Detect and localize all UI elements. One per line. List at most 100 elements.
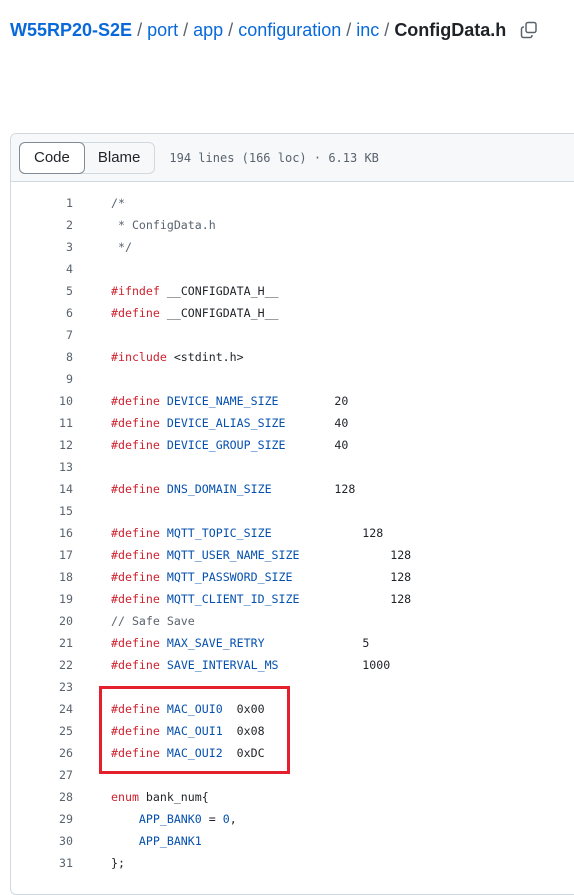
code-line: 2 * ConfigData.h [11,214,574,236]
line-number[interactable]: 7 [11,328,73,342]
line-number[interactable]: 11 [11,416,73,430]
code-line: 20 // Safe Save [11,610,574,632]
code-token: */ [111,240,132,254]
code-line: 24 #define MAC_OUI0 0x00 [11,698,574,720]
line-number[interactable]: 12 [11,438,73,452]
line-number[interactable]: 28 [11,790,73,804]
code-text: #include <stdint.h> [111,350,244,364]
code-token: MQTT_TOPIC_SIZE [166,526,272,540]
code-token: #include [111,350,167,364]
view-toggle: Code Blame [19,141,156,174]
code-token: 128 [299,548,412,562]
code-token: 0 [222,812,230,826]
line-number[interactable]: 20 [11,614,73,628]
code-text: * ConfigData.h [111,218,216,232]
code-text: #define SAVE_INTERVAL_MS 1000 [111,658,390,672]
line-number[interactable]: 15 [11,504,73,518]
code-token: enum [111,790,139,804]
file-header: Code Blame 194 lines (166 loc) · 6.13 KB [11,134,574,182]
code-token: DEVICE_ALIAS_SIZE [166,416,286,430]
code-token: 128 [271,482,356,496]
breadcrumb-separator: / [228,19,234,40]
line-number[interactable]: 1 [11,196,73,210]
line-number[interactable]: 23 [11,680,73,694]
breadcrumb-dir-app[interactable]: app [193,20,223,41]
line-number[interactable]: 31 [11,856,73,870]
line-number[interactable]: 2 [11,218,73,232]
code-token: #ifndef [111,284,160,298]
line-number[interactable]: 17 [11,548,73,562]
code-text: #define DEVICE_NAME_SIZE 20 [111,394,348,408]
code-line: 7 [11,324,574,346]
code-line: 6 #define __CONFIGDATA_H__ [11,302,574,324]
tab-code[interactable]: Code [19,141,85,174]
line-number[interactable]: 16 [11,526,73,540]
code-token: 5 [264,636,370,650]
breadcrumb-file-name: ConfigData.h [394,19,507,40]
code-token: 40 [285,438,349,452]
line-number[interactable]: 25 [11,724,73,738]
code-line: 28 enum bank_num{ [11,786,574,808]
code-token: SAVE_INTERVAL_MS [166,658,279,672]
code-line: 4 [11,258,574,280]
highlight-box [99,686,290,774]
line-number[interactable]: 22 [11,658,73,672]
code-text: APP_BANK1 [111,834,202,848]
line-number[interactable]: 24 [11,702,73,716]
code-token: 128 [299,592,412,606]
code-token: #define [111,548,160,562]
line-number[interactable]: 21 [11,636,73,650]
code-text: APP_BANK0 = 0, [111,812,237,826]
line-number[interactable]: 4 [11,262,73,276]
code-line: 19 #define MQTT_CLIENT_ID_SIZE 128 [11,588,574,610]
line-number[interactable]: 13 [11,460,73,474]
code-token: 20 [278,394,349,408]
breadcrumb-separator: / [183,19,189,40]
tab-blame[interactable]: Blame [84,143,155,173]
code-token: APP_BANK0 [138,812,202,826]
code-text: #define __CONFIGDATA_H__ [111,306,279,320]
code-token: * ConfigData.h [111,218,216,232]
file-info: 194 lines (166 loc) · 6.13 KB [169,150,379,165]
code-token: = [201,812,223,826]
code-text: #define MQTT_USER_NAME_SIZE 128 [111,548,411,562]
code-line: 16 #define MQTT_TOPIC_SIZE 128 [11,522,574,544]
breadcrumb-dir-port[interactable]: port [147,20,178,41]
line-number[interactable]: 30 [11,834,73,848]
breadcrumb: W55RP20-S2E / port / app / configuration… [10,18,538,42]
code-line: 8 #include <stdint.h> [11,346,574,368]
line-number[interactable]: 29 [11,812,73,826]
line-number[interactable]: 14 [11,482,73,496]
code-line: 14 #define DNS_DOMAIN_SIZE 128 [11,478,574,500]
line-number[interactable]: 27 [11,768,73,782]
breadcrumb-separator: / [346,19,352,40]
code-line: 9 [11,368,574,390]
code-line: 25 #define MAC_OUI1 0x08 [11,720,574,742]
line-number[interactable]: 26 [11,746,73,760]
code-view: 1/* 2 * ConfigData.h 3 */4 5 #ifndef __CONFI… [11,182,574,874]
breadcrumb-repo-link[interactable]: W55RP20-S2E [10,20,132,41]
line-number[interactable]: 6 [11,306,73,320]
line-number[interactable]: 18 [11,570,73,584]
code-token: #define [111,394,160,408]
code-line: 21 #define MAX_SAVE_RETRY 5 [11,632,574,654]
code-token: DNS_DOMAIN_SIZE [166,482,272,496]
line-number[interactable]: 9 [11,372,73,386]
line-number[interactable]: 8 [11,350,73,364]
breadcrumb-dir-configuration[interactable]: configuration [238,20,341,41]
copy-path-button[interactable] [520,21,538,39]
code-line: 29 APP_BANK0 = 0, [11,808,574,830]
code-text: enum bank_num{ [111,790,209,804]
code-text: #ifndef __CONFIGDATA_H__ [111,284,279,298]
code-token: #define [111,438,160,452]
code-text: #define DNS_DOMAIN_SIZE 128 [111,482,355,496]
breadcrumb-dir-inc[interactable]: inc [356,20,379,41]
line-number[interactable]: 5 [11,284,73,298]
line-number[interactable]: 3 [11,240,73,254]
line-number[interactable]: 19 [11,592,73,606]
line-number[interactable]: 10 [11,394,73,408]
